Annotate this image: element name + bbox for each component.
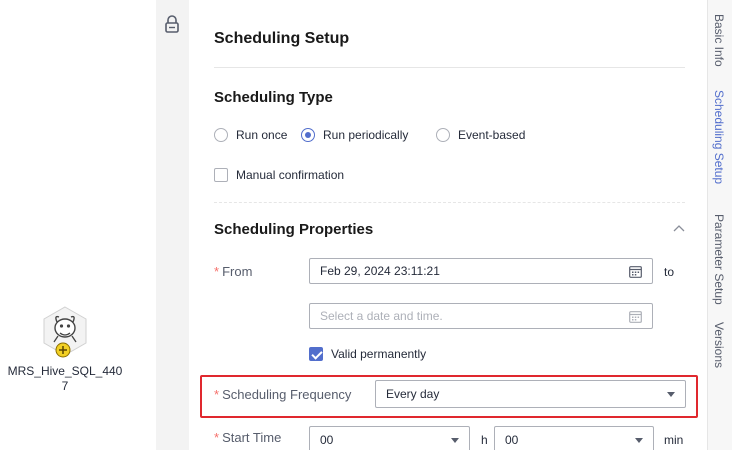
radio-dot [436,128,450,142]
frequency-label-text: Scheduling Frequency [222,387,352,402]
required-mark: * [214,430,220,445]
required-mark: * [214,264,220,279]
caret-down-icon [451,438,459,443]
radio-label: Run once [236,128,288,142]
calendar-icon[interactable] [629,310,642,323]
from-label: * From [214,264,252,279]
to-label: to [664,265,675,279]
panel-title: Scheduling Setup [214,30,350,47]
tab-basic-info[interactable]: Basic Info [712,14,726,84]
minute-unit: min [664,433,684,447]
frequency-select[interactable]: Every day [375,380,686,408]
node-label[interactable]: MRS_Hive_SQL_440 7 [0,364,130,394]
start-hour-value: 00 [320,433,334,447]
section-divider [214,202,685,203]
radio-label: Event-based [458,128,526,142]
radio-label: Run periodically [323,128,409,142]
scheduling-type-heading: Scheduling Type [214,89,333,106]
radio-event-based[interactable]: Event-based [436,128,525,142]
calendar-icon[interactable] [629,265,642,278]
valid-permanently-checkbox[interactable]: Valid permanently [309,347,426,361]
from-date-input[interactable]: Feb 29, 2024 23:11:21 [309,258,653,284]
end-date-placeholder: Select a date and time. [320,309,443,323]
lock-icon[interactable] [163,14,181,34]
scheduling-properties-heading: Scheduling Properties [214,221,374,238]
radio-dot [301,128,315,142]
manual-confirmation-checkbox[interactable]: Manual confirmation [214,168,344,182]
caret-down-icon [635,438,643,443]
frequency-value: Every day [386,387,440,401]
checkbox-label: Valid permanently [331,347,427,361]
from-date-value: Feb 29, 2024 23:11:21 [320,264,440,278]
radio-run-once[interactable]: Run once [214,128,287,142]
caret-down-icon [667,392,675,397]
canvas-edge-strip [156,0,189,450]
start-hour-select[interactable]: 00 [309,426,470,450]
start-time-label: * Start Time [214,430,281,445]
radio-dot [214,128,228,142]
checkbox-box [309,347,323,361]
from-label-text: From [222,264,253,279]
tab-versions[interactable]: Versions [712,322,726,368]
start-minute-select[interactable]: 00 [494,426,654,450]
title-divider [214,67,685,68]
checkbox-label: Manual confirmation [236,168,345,182]
start-time-label-text: Start Time [222,430,282,445]
chevron-up-icon[interactable] [673,224,685,232]
start-minute-value: 00 [505,433,519,447]
frequency-label: * Scheduling Frequency [214,387,351,402]
hour-unit: h [481,433,488,447]
tab-scheduling-setup[interactable]: Scheduling Setup [712,90,726,184]
tab-parameter-setup[interactable]: Parameter Setup [712,214,726,305]
radio-run-periodically[interactable]: Run periodically [301,128,408,142]
end-date-input[interactable]: Select a date and time. [309,303,653,329]
add-circle-icon[interactable] [55,342,71,358]
checkbox-box [214,168,228,182]
required-mark: * [214,387,220,402]
hive-bee-icon[interactable] [42,306,88,358]
